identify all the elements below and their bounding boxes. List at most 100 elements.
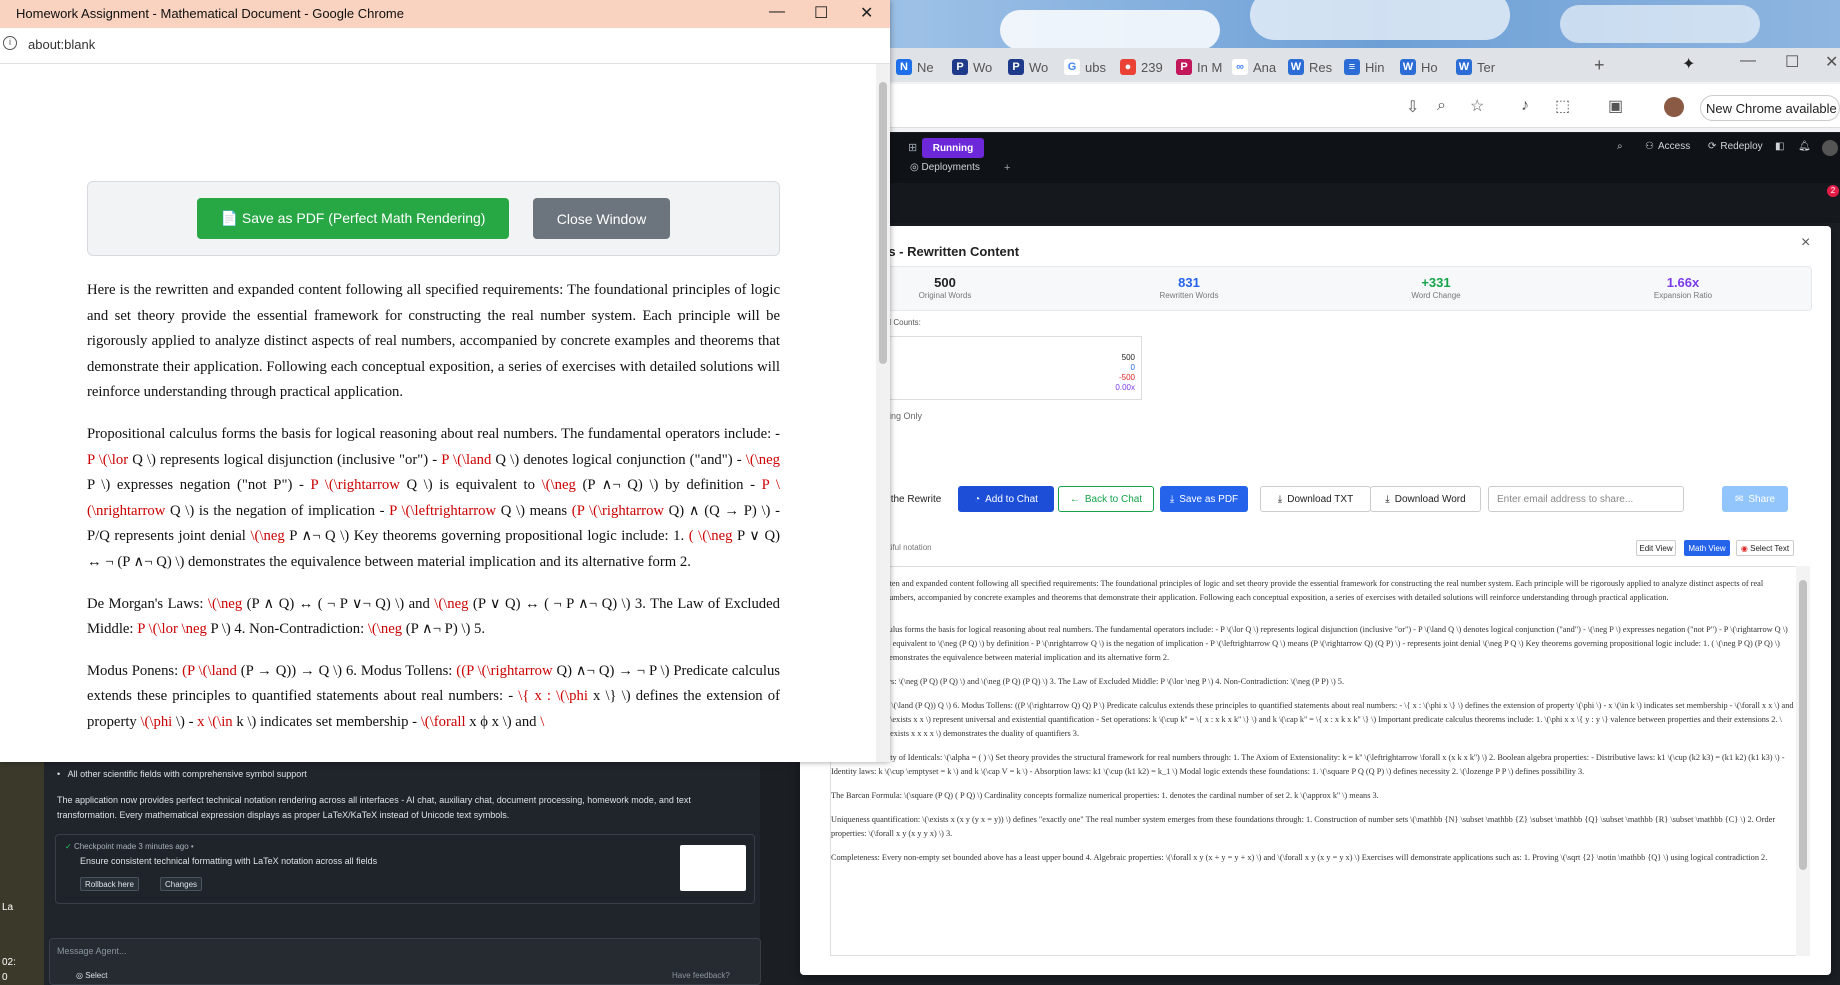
document-paragraph: Here is the rewritten and expanded conte… [87,278,780,406]
gemini-icon[interactable]: ✦ [1682,54,1695,74]
latex-command: ((P \(\rightarrow [456,662,553,679]
content-scrollbar[interactable] [1796,566,1810,956]
download-txt-button[interactable]: ⤓ Download TXT [1260,486,1371,512]
share-button[interactable]: ✉ Share [1722,486,1788,512]
popup-scroll-thumb[interactable] [879,82,887,364]
document-paragraph: De Morgan's Laws: \(\neg (P ∧ Q) ↔ ( ¬ P… [87,592,780,643]
popup-minimize-icon[interactable]: — [769,3,785,21]
checkpoint-thumbnail[interactable] [680,845,746,891]
new-chrome-available-button[interactable]: New Chrome available [1700,95,1840,121]
changes-label: Changes [165,879,198,889]
agent-summary: The application now provides perfect tec… [57,795,691,820]
latex-command: P \(\leftrightarrow [389,502,497,519]
download-word-button[interactable]: ⤓ Download Word [1370,486,1481,512]
save-as-pdf-button[interactable]: ⤓ Save as PDF [1160,486,1248,512]
popup-scrollbar[interactable] [876,64,890,762]
bell-icon[interactable]: 🔔︎ [1798,141,1811,152]
browser-tab[interactable]: ● 239 [1120,54,1163,80]
browser-tab[interactable]: W Ho [1400,54,1438,80]
approve-rewrite-button[interactable]: the Rewrite [884,486,948,512]
browser-tab[interactable]: P Wo [952,54,992,80]
save-pdf-label: Save as PDF [1179,493,1239,505]
browser-tab[interactable]: W Ter [1456,54,1495,80]
view-note: utiful notation [884,543,932,552]
access-label: Access [1657,141,1691,152]
install-icon[interactable]: ⇩ [1406,97,1419,117]
message-placeholder: Message Agent... [57,946,127,956]
user-avatar[interactable] [1822,140,1838,156]
document-text: \) - [172,713,198,730]
popup-close-icon[interactable]: ✕ [860,3,873,23]
info-icon[interactable]: i [3,36,17,50]
minimize-icon[interactable]: — [1740,52,1756,70]
browser-tab[interactable]: N Ne [896,54,934,80]
tab-favicon-icon: P [1176,59,1192,75]
browser-tab[interactable]: Gubs [1064,54,1106,80]
select-button[interactable]: ◎ Select [76,968,107,983]
tab-favicon-icon: ≡ [1344,59,1360,75]
app-sub-bar [890,183,1840,223]
popup-maximize-icon[interactable]: ☐ [814,3,828,23]
add-to-chat-button[interactable]: ◔ Add to Chat [958,486,1054,512]
redeploy-button[interactable]: ⟳ Redeploy [1708,141,1763,152]
share-email-input[interactable]: Enter email address to share... [1488,486,1684,512]
rewritten-content-area[interactable]: itten and expanded content following all… [830,566,1800,956]
bookmark-star-icon[interactable]: ☆ [1470,96,1484,116]
chat-icon: ◔ [974,493,981,505]
save-as-pdf-perfect-button[interactable]: 📄 Save as PDF (Perfect Math Rendering) [197,198,509,239]
download-icon: ⤓ [1277,493,1283,505]
browser-tab[interactable]: P Wo [1008,54,1048,80]
rollback-label: Rollback here [85,879,134,889]
browser-tab[interactable]: W Res [1288,54,1332,80]
new-tab-icon[interactable]: + [1594,55,1605,76]
select-text-button[interactable]: ◉ Select Text [1736,540,1794,556]
feedback-link[interactable]: Have feedback? [672,968,730,983]
maximize-icon[interactable]: ☐ [1785,52,1799,72]
modal-close-icon[interactable]: × [1801,234,1810,252]
popup-address-bar[interactable]: i about:blank [0,28,890,64]
document-text: P \) 4. Non-Contradiction: [206,621,368,638]
content-paragraph: ws: \(\neg (P Q) (P Q) \) and \(\neg (P … [885,677,1345,686]
close-icon[interactable]: ✕ [1825,52,1838,72]
scroll-thumb[interactable] [1799,580,1807,870]
add-tab-icon[interactable]: + [1004,162,1010,174]
tab-favicon-icon: P [1008,59,1024,75]
tab-favicon-icon: P [952,59,968,75]
browser-tab[interactable]: ≡ Hin [1344,54,1385,80]
changes-button[interactable]: Changes [160,877,203,891]
close-window-button[interactable]: Close Window [533,198,670,239]
extensions-icon[interactable]: ⬚ [1555,96,1570,116]
tab-label: Ter [1477,59,1496,75]
browser-tab[interactable]: ∞ Ana [1232,54,1276,80]
search-icon[interactable]: ⌕ [1617,141,1623,152]
edge-text: La [2,902,14,913]
popup-title: Homework Assignment - Mathematical Docum… [16,6,404,21]
media-icon[interactable]: ▣ [1608,96,1623,116]
stat-value: +331 [1421,275,1451,290]
content-paragraph: culus forms the basis for logical reason… [885,625,1788,662]
download-txt-label: Download TXT [1287,493,1354,505]
view-toggle-row: utiful notation Edit View Math View ◉ Se… [884,538,1812,558]
tab-label: Ana [1253,59,1277,75]
stats-panel: 500 Original Words 831 Rewritten Words +33… [884,266,1812,311]
microphone-icon[interactable]: ♪ [1521,97,1529,115]
background-address-bar[interactable] [890,84,1840,128]
math-view-button[interactable]: Math View [1684,540,1730,556]
running-label: Running [932,142,974,154]
zoom-icon[interactable]: ⌕ [1437,97,1446,115]
grid-icon[interactable]: ⊞ [908,141,917,154]
deployments-tab[interactable]: ◎ Deployments [910,162,980,173]
stat-rewritten: 831 Rewritten Words [1129,275,1249,300]
browser-tab[interactable]: P In M [1176,54,1222,80]
edit-view-button[interactable]: Edit View [1636,540,1676,556]
back-to-chat-button[interactable]: ← Back to Chat [1058,486,1154,512]
access-button[interactable]: ⚇ Access [1645,141,1690,152]
rollback-button[interactable]: Rollback here [80,877,139,891]
latex-command: \(\phi [140,713,173,730]
panel-icon[interactable]: ◧ [1775,141,1784,152]
notification-badge: 2 [1827,185,1839,197]
profile-avatar[interactable] [1664,97,1684,117]
stat-change: +331 Word Change [1376,275,1496,300]
document-text: De Morgan's Laws: [87,595,208,612]
message-agent-box[interactable] [49,938,761,985]
